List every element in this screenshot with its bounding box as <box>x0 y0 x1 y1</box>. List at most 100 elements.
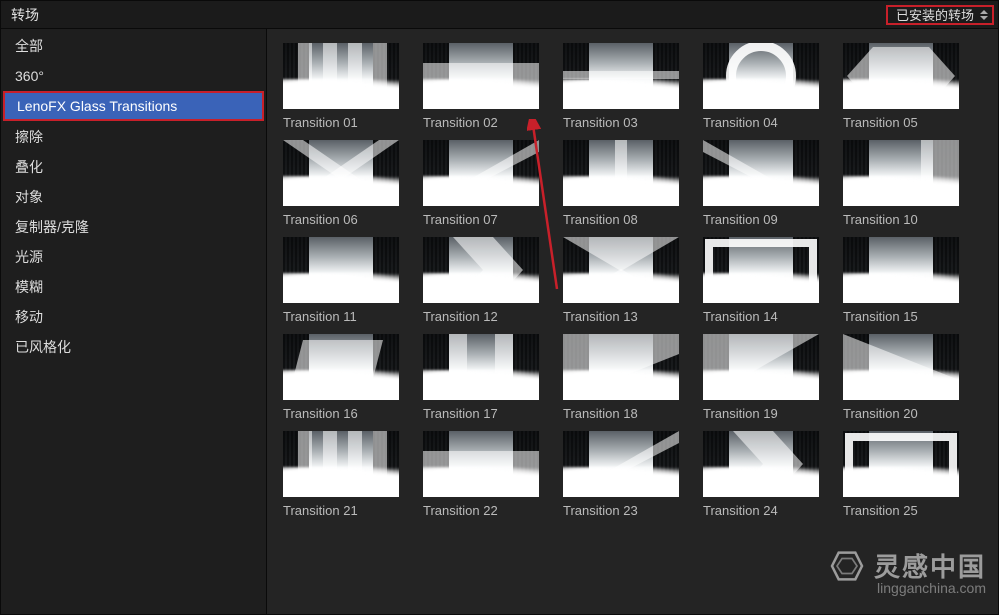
transition-thumbnail <box>423 140 539 206</box>
transition-thumbnail <box>423 334 539 400</box>
transition-tile[interactable]: Transition 25 <box>843 431 977 518</box>
transition-thumbnail <box>563 237 679 303</box>
transition-tile[interactable]: Transition 13 <box>563 237 697 324</box>
transition-tile[interactable]: Transition 07 <box>423 140 557 227</box>
transition-thumbnail <box>703 140 819 206</box>
transition-thumbnail <box>283 43 399 109</box>
sidebar-item-label: 擦除 <box>15 127 43 147</box>
sidebar-item-label: 全部 <box>15 36 43 56</box>
logo-icon <box>830 551 864 581</box>
body: 全部 360° LenoFX Glass Transitions 擦除叠化对象复制器/… <box>1 29 998 614</box>
transition-label: Transition 11 <box>283 309 417 324</box>
transition-tile[interactable]: Transition 09 <box>703 140 837 227</box>
sidebar-item-label: 光源 <box>15 247 43 267</box>
transition-tile[interactable]: Transition 05 <box>843 43 977 130</box>
sidebar-item[interactable]: 光源 <box>1 242 266 272</box>
sidebar-item-label: 叠化 <box>15 157 43 177</box>
watermark-text-cn: 灵感中国 <box>874 547 986 584</box>
transition-tile[interactable]: Transition 04 <box>703 43 837 130</box>
filter-dropdown-label: 已安装的转场 <box>896 5 974 24</box>
transition-thumbnail <box>703 431 819 497</box>
transition-tile[interactable]: Transition 19 <box>703 334 837 421</box>
content-area: Transition 01 Transition 02 Transition 03 T… <box>267 29 998 614</box>
sidebar-item[interactable]: LenoFX Glass Transitions <box>3 91 264 121</box>
transition-thumbnail <box>283 140 399 206</box>
sidebar-item-label: 移动 <box>15 307 43 327</box>
transition-label: Transition 12 <box>423 309 557 324</box>
transition-tile[interactable]: Transition 21 <box>283 431 417 518</box>
transition-tile[interactable]: Transition 16 <box>283 334 417 421</box>
transitions-grid: Transition 01 Transition 02 Transition 03 T… <box>283 43 998 518</box>
sidebar-item[interactable]: 对象 <box>1 182 266 212</box>
transition-thumbnail <box>563 140 679 206</box>
app-root: 转场 已安装的转场 全部 360° LenoFX Glass Transitions… <box>0 0 999 615</box>
transition-label: Transition 09 <box>703 212 837 227</box>
transition-thumbnail <box>283 431 399 497</box>
transition-thumbnail <box>563 334 679 400</box>
sidebar-item[interactable]: 模糊 <box>1 272 266 302</box>
transition-tile[interactable]: Transition 17 <box>423 334 557 421</box>
sidebar: 全部 360° LenoFX Glass Transitions 擦除叠化对象复制器/… <box>1 29 267 614</box>
transition-thumbnail <box>843 431 959 497</box>
transition-tile[interactable]: Transition 06 <box>283 140 417 227</box>
transition-tile[interactable]: Transition 12 <box>423 237 557 324</box>
transition-tile[interactable]: Transition 23 <box>563 431 697 518</box>
transition-label: Transition 21 <box>283 503 417 518</box>
transition-tile[interactable]: Transition 10 <box>843 140 977 227</box>
transition-label: Transition 24 <box>703 503 837 518</box>
transition-label: Transition 22 <box>423 503 557 518</box>
sidebar-item-label: 对象 <box>15 187 43 207</box>
sidebar-item-label: 复制器/克隆 <box>15 217 89 237</box>
sidebar-item-label: 模糊 <box>15 277 43 297</box>
transition-label: Transition 15 <box>843 309 977 324</box>
transition-tile[interactable]: Transition 11 <box>283 237 417 324</box>
transition-tile[interactable]: Transition 15 <box>843 237 977 324</box>
transition-thumbnail <box>703 334 819 400</box>
transition-tile[interactable]: Transition 18 <box>563 334 697 421</box>
transition-tile[interactable]: Transition 03 <box>563 43 697 130</box>
watermark: 灵感中国 lingganchina.com <box>830 547 986 596</box>
filter-dropdown[interactable]: 已安装的转场 <box>886 5 994 25</box>
transition-tile[interactable]: Transition 02 <box>423 43 557 130</box>
sidebar-item[interactable]: 复制器/克隆 <box>1 212 266 242</box>
transition-thumbnail <box>843 237 959 303</box>
transition-thumbnail <box>843 140 959 206</box>
transition-tile[interactable]: Transition 22 <box>423 431 557 518</box>
sidebar-item[interactable]: 移动 <box>1 302 266 332</box>
transition-label: Transition 13 <box>563 309 697 324</box>
sidebar-item[interactable]: 已风格化 <box>1 332 266 362</box>
sidebar-item-label: 360° <box>15 68 44 84</box>
transition-label: Transition 10 <box>843 212 977 227</box>
transition-label: Transition 01 <box>283 115 417 130</box>
transition-thumbnail <box>423 237 539 303</box>
sidebar-item[interactable]: 擦除 <box>1 122 266 152</box>
transition-thumbnail <box>563 431 679 497</box>
watermark-text-en: lingganchina.com <box>830 580 986 596</box>
transition-label: Transition 20 <box>843 406 977 421</box>
transition-thumbnail <box>843 334 959 400</box>
transition-label: Transition 03 <box>563 115 697 130</box>
transition-thumbnail <box>563 43 679 109</box>
sidebar-item[interactable]: 360° <box>1 61 266 91</box>
transition-label: Transition 07 <box>423 212 557 227</box>
transition-label: Transition 05 <box>843 115 977 130</box>
transition-thumbnail <box>283 237 399 303</box>
transition-tile[interactable]: Transition 14 <box>703 237 837 324</box>
transition-label: Transition 25 <box>843 503 977 518</box>
sidebar-item-label: LenoFX Glass Transitions <box>17 98 177 114</box>
panel-title: 转场 <box>11 5 39 25</box>
sidebar-item[interactable]: 全部 <box>1 31 266 61</box>
sidebar-item-label: 已风格化 <box>15 337 71 357</box>
transition-label: Transition 08 <box>563 212 697 227</box>
transition-tile[interactable]: Transition 20 <box>843 334 977 421</box>
transition-tile[interactable]: Transition 08 <box>563 140 697 227</box>
sidebar-item[interactable]: 叠化 <box>1 152 266 182</box>
transition-label: Transition 23 <box>563 503 697 518</box>
transition-tile[interactable]: Transition 01 <box>283 43 417 130</box>
transition-thumbnail <box>423 431 539 497</box>
transition-thumbnail <box>703 43 819 109</box>
transition-thumbnail <box>283 334 399 400</box>
transition-tile[interactable]: Transition 24 <box>703 431 837 518</box>
transition-label: Transition 02 <box>423 115 557 130</box>
transition-label: Transition 16 <box>283 406 417 421</box>
